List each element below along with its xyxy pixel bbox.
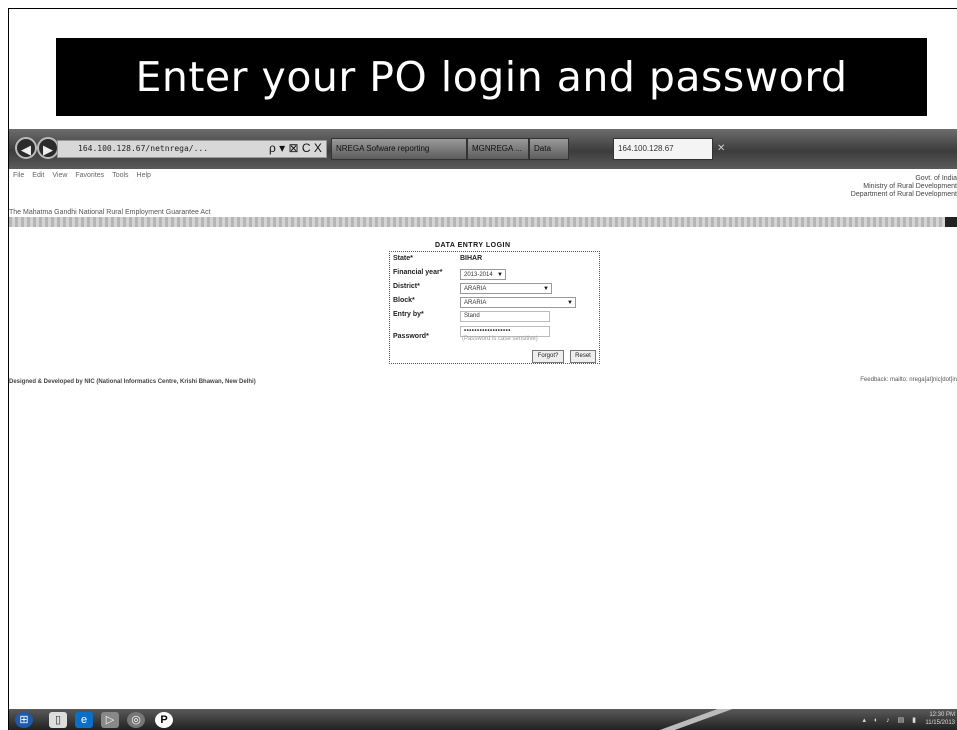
- address-tools[interactable]: ρ ▾ ⊠ C X: [269, 141, 322, 155]
- menu-bar: File Edit View Favorites Tools Help: [9, 169, 957, 181]
- footer-credit: Designed & Developed by NIC (National In…: [9, 379, 256, 385]
- ie-browser-icon[interactable]: e: [75, 712, 93, 728]
- financial-year-select[interactable]: 2013-2014 ▼: [460, 269, 506, 280]
- back-icon[interactable]: ◀: [15, 137, 37, 159]
- tab-active-portal[interactable]: 164.100.128.67: [613, 138, 713, 160]
- financial-year-label: Financial year*: [393, 269, 443, 276]
- chevron-down-icon: ▼: [567, 300, 573, 306]
- login-title: DATA ENTRY LOGIN: [435, 242, 511, 249]
- block-select[interactable]: ARARIA ▼: [460, 297, 576, 308]
- footer-feedback-link[interactable]: Feedback: mailto: nrega[at]nic[dot]in: [860, 377, 957, 383]
- district-label: District*: [393, 283, 420, 290]
- chrome-icon[interactable]: ◎: [127, 712, 145, 728]
- gov-line: Govt. of India: [915, 175, 957, 182]
- state-label: State*: [393, 255, 413, 262]
- scheme-name: The Mahatma Gandhi National Rural Employ…: [9, 209, 211, 216]
- password-hint: (Password is case sensitive): [462, 336, 538, 342]
- menu-file[interactable]: File: [13, 172, 24, 179]
- start-button-icon[interactable]: ⊞: [15, 712, 33, 728]
- header-strip: [9, 217, 957, 227]
- password-label: Password*: [393, 333, 429, 340]
- tab-mgnrega[interactable]: MGNREGA ...: [467, 138, 529, 160]
- menu-help[interactable]: Help: [137, 172, 151, 179]
- taskbar-decoration: [649, 709, 739, 730]
- header-strip-block: [945, 217, 957, 227]
- state-value: BIHAR: [460, 255, 483, 262]
- forward-icon[interactable]: ▶: [37, 137, 59, 159]
- district-select[interactable]: ARARIA ▼: [460, 283, 552, 294]
- menu-view[interactable]: View: [52, 172, 67, 179]
- powerpoint-icon[interactable]: P: [155, 712, 173, 728]
- block-label: Block*: [393, 297, 415, 304]
- menu-tools[interactable]: Tools: [112, 172, 128, 179]
- clock-date: 11/15/2013: [925, 720, 955, 726]
- tab-nrega-reporting[interactable]: NREGA Sofware reporting: [331, 138, 467, 160]
- menu-favorites[interactable]: Favorites: [75, 172, 104, 179]
- gov-line: Department of Rural Development: [850, 191, 957, 198]
- financial-year-value: 2013-2014: [464, 272, 493, 278]
- taskbar: [9, 709, 957, 730]
- slide-frame: Enter your PO login and password ◀ ▶ 164…: [8, 8, 957, 730]
- close-tab-icon[interactable]: ✕: [717, 143, 725, 154]
- reset-button[interactable]: Reset: [570, 350, 596, 363]
- login-form: State* BIHAR Financial year* 2013-2014 ▼…: [389, 251, 600, 364]
- clock-time: 12:30 PM: [929, 712, 955, 718]
- gov-line: Ministry of Rural Development: [863, 183, 957, 190]
- chevron-down-icon: ▼: [543, 286, 549, 292]
- slide-title: Enter your PO login and password: [56, 38, 927, 116]
- block-row: Block* ARARIA ▼: [390, 297, 599, 311]
- explorer-icon[interactable]: ▯: [49, 712, 67, 728]
- chevron-down-icon: ▼: [497, 272, 503, 278]
- district-value: ARARIA: [464, 286, 487, 292]
- government-header: Govt. of India Ministry of Rural Develop…: [851, 175, 957, 199]
- entry-by-label: Entry by*: [393, 311, 424, 318]
- entry-by-row: Entry by* Stand: [390, 311, 599, 325]
- district-row: District* ARARIA ▼: [390, 283, 599, 297]
- entry-by-input[interactable]: Stand: [460, 311, 550, 322]
- media-player-icon[interactable]: ▷: [101, 712, 119, 728]
- forgot-button[interactable]: Forgot?: [532, 350, 564, 363]
- menu-edit[interactable]: Edit: [32, 172, 44, 179]
- system-tray-icons[interactable]: ▴ ◐ ♪ ▤ ▮: [863, 716, 920, 724]
- state-row: State* BIHAR: [390, 255, 599, 269]
- taskbar-clock[interactable]: 12:30 PM 11/15/2013: [925, 711, 955, 727]
- tab-data[interactable]: Data: [529, 138, 569, 160]
- financial-year-row: Financial year* 2013-2014 ▼: [390, 269, 599, 283]
- block-value: ARARIA: [464, 300, 487, 306]
